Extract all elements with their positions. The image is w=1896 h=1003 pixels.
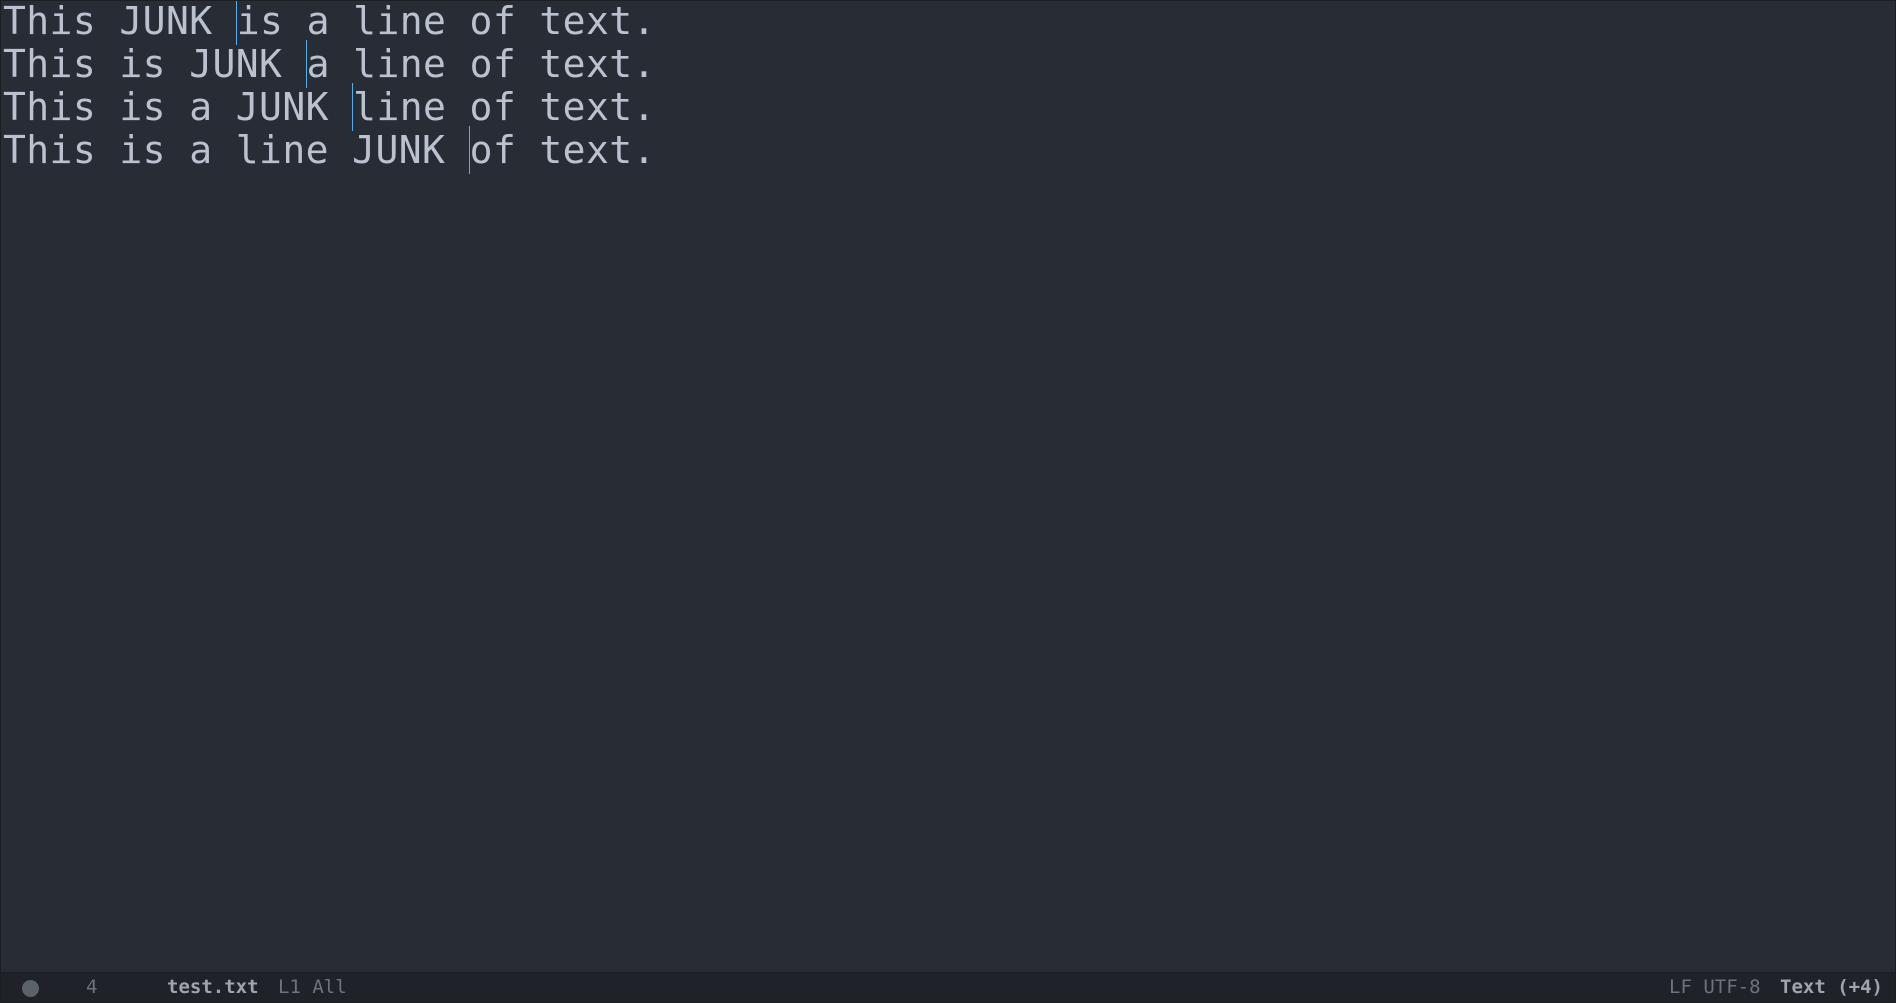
editor-buffer[interactable]: This JUNK is a line of text. This is JUN… xyxy=(1,1,1895,973)
line-2-text-after: a line of text. xyxy=(306,42,656,86)
line-1-text-after: is a line of text. xyxy=(236,0,656,43)
buffer-line-4[interactable]: This is a line JUNK of text. xyxy=(3,124,656,176)
line-3-text-before: This is a JUNK xyxy=(3,85,353,129)
emacs-window: This JUNK is a line of text. This is JUN… xyxy=(0,0,1896,1003)
line-4-text-before: This is a line JUNK xyxy=(3,128,469,172)
line-3-text-after: line of text. xyxy=(353,85,656,129)
multiple-cursors-count: 4 xyxy=(86,976,98,998)
mode-line: 4 test.txt L1 All LF UTF-8 Text (+4) xyxy=(1,972,1895,1002)
encoding-indicator[interactable]: LF UTF-8 xyxy=(1669,973,1761,1002)
buffer-position: L1 All xyxy=(278,976,347,998)
major-mode-indicator[interactable]: Text (+4) xyxy=(1780,973,1883,1002)
record-dot-icon xyxy=(22,980,39,997)
line-1-text-before: This JUNK xyxy=(3,0,236,43)
buffer-name[interactable]: test.txt xyxy=(167,973,259,1002)
line-4-text-after: of text. xyxy=(469,128,656,172)
line-2-text-before: This is JUNK xyxy=(3,42,306,86)
